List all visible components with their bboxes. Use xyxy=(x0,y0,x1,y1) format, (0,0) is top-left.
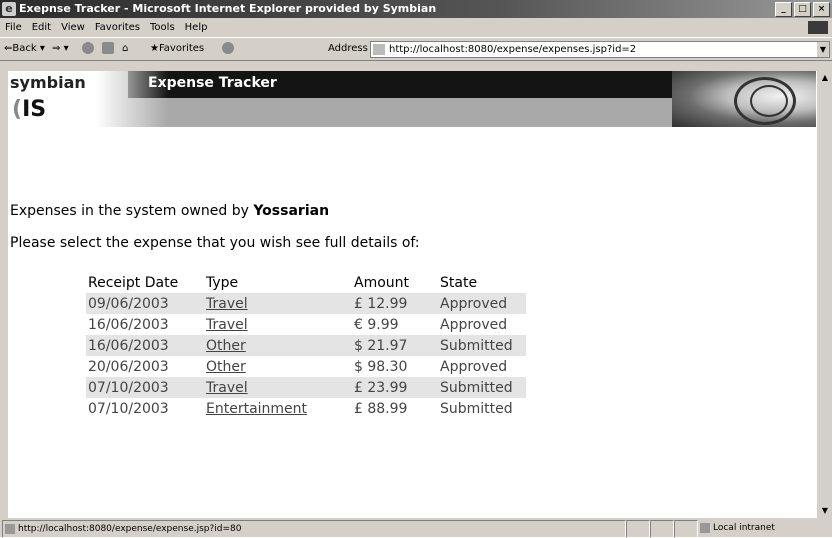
table-header-row: Receipt Date Type Amount State xyxy=(86,272,526,293)
header-state: State xyxy=(440,274,478,291)
amount: £ 12.99 xyxy=(352,293,438,314)
page-icon xyxy=(373,43,385,55)
menu-file[interactable]: File xyxy=(0,19,27,36)
amount: £ 23.99 xyxy=(352,377,438,398)
header-type: Type xyxy=(206,274,239,291)
menu-edit[interactable]: Edit xyxy=(27,19,56,36)
owner-name: Yossarian xyxy=(253,203,330,219)
table-row: 20/06/2003 Other $ 98.30 Approved xyxy=(86,356,526,377)
amount: £ 88.99 xyxy=(354,400,408,417)
expense-type-link[interactable]: Travel xyxy=(206,380,248,396)
history-icon[interactable] xyxy=(222,38,234,60)
receipt-date: 07/10/2003 xyxy=(88,400,169,417)
state: Approved xyxy=(440,358,508,375)
page-content: symbian (IS Expense Tracker Expenses in … xyxy=(8,71,816,518)
menu-help[interactable]: Help xyxy=(180,19,213,36)
stop-icon[interactable] xyxy=(82,38,94,60)
menu-bar: File Edit View Favorites Tools Help xyxy=(0,19,832,36)
address-dropdown-icon[interactable]: ▼ xyxy=(817,42,829,57)
menu-favorites[interactable]: Favorites xyxy=(90,19,145,36)
intranet-icon xyxy=(700,522,710,533)
expense-type-link[interactable]: Entertainment xyxy=(206,401,307,417)
forward-button[interactable]: ⇒ ▾ xyxy=(52,38,69,60)
scroll-down-icon[interactable]: ▼ xyxy=(817,504,832,518)
vertical-scrollbar[interactable]: ▲ ▼ xyxy=(816,71,832,518)
globe-graphic xyxy=(672,71,816,127)
browser-window: e Exepnse Tracker - Microsoft Internet E… xyxy=(0,0,832,538)
receipt-date: 09/06/2003 xyxy=(86,293,204,314)
receipt-date: 16/06/2003 xyxy=(86,335,204,356)
state: Submitted xyxy=(438,335,526,356)
windows-logo-icon xyxy=(808,21,828,34)
table-row: 16/06/2003 Travel € 9.99 Approved xyxy=(86,314,526,335)
banner: symbian (IS Expense Tracker xyxy=(8,71,816,127)
expense-type-link[interactable]: Travel xyxy=(206,296,248,312)
banner-title: Expense Tracker xyxy=(148,75,277,91)
refresh-icon[interactable] xyxy=(102,38,114,60)
amount: $ 98.30 xyxy=(354,358,408,375)
expenses-table: Receipt Date Type Amount State 09/06/200… xyxy=(86,272,526,419)
address-value: http://localhost:8080/expense/expenses.j… xyxy=(389,44,637,55)
receipt-date: 07/10/2003 xyxy=(86,377,204,398)
close-button[interactable]: × xyxy=(813,2,830,17)
symbian-logo: symbian xyxy=(10,73,86,92)
header-amount: Amount xyxy=(354,274,410,291)
expense-type-link[interactable]: Other xyxy=(206,359,246,375)
menu-tools[interactable]: Tools xyxy=(145,19,180,36)
receipt-date: 20/06/2003 xyxy=(88,358,169,375)
receipt-date: 16/06/2003 xyxy=(88,316,169,333)
window-title: Exepnse Tracker - Microsoft Internet Exp… xyxy=(19,2,437,15)
table-row: 09/06/2003 Travel £ 12.99 Approved xyxy=(86,293,526,314)
amount: $ 21.97 xyxy=(352,335,438,356)
table-row: 16/06/2003 Other $ 21.97 Submitted xyxy=(86,335,526,356)
page-icon xyxy=(5,523,15,534)
menu-view[interactable]: View xyxy=(56,19,90,36)
security-zone: Local intranet xyxy=(700,520,830,536)
maximize-button[interactable]: □ xyxy=(794,2,811,17)
favorites-button[interactable]: ★Favorites xyxy=(150,38,204,60)
state: Approved xyxy=(438,293,526,314)
state: Submitted xyxy=(440,400,513,417)
state: Approved xyxy=(440,316,508,333)
status-bar: http://localhost:8080/expense/expense.js… xyxy=(0,519,832,538)
amount: € 9.99 xyxy=(354,316,399,333)
address-input[interactable]: http://localhost:8080/expense/expenses.j… xyxy=(370,41,830,58)
home-icon[interactable]: ⌂ xyxy=(122,38,128,60)
title-bar: e Exepnse Tracker - Microsoft Internet E… xyxy=(0,0,832,18)
toolbar: ⇐Back ▾ ⇒ ▾ ⌂ ★Favorites Address http://… xyxy=(0,37,832,61)
scroll-up-icon[interactable]: ▲ xyxy=(817,71,832,85)
instruction-text: Please select the expense that you wish … xyxy=(10,235,420,251)
state: Submitted xyxy=(438,377,526,398)
header-receipt-date: Receipt Date xyxy=(88,274,179,291)
back-button[interactable]: ⇐Back ▾ xyxy=(4,38,45,60)
status-text: http://localhost:8080/expense/expense.js… xyxy=(2,520,626,538)
expense-type-link[interactable]: Other xyxy=(206,338,246,354)
is-logo: (IS xyxy=(12,97,47,122)
intro-text: Expenses in the system owned by Yossaria… xyxy=(10,203,330,219)
address-label: Address xyxy=(328,43,368,54)
table-row: 07/10/2003 Travel £ 23.99 Submitted xyxy=(86,377,526,398)
ie-icon: e xyxy=(2,2,16,16)
table-row: 07/10/2003 Entertainment £ 88.99 Submitt… xyxy=(86,398,526,419)
minimize-button[interactable]: _ xyxy=(775,2,792,17)
expense-type-link[interactable]: Travel xyxy=(206,317,248,333)
